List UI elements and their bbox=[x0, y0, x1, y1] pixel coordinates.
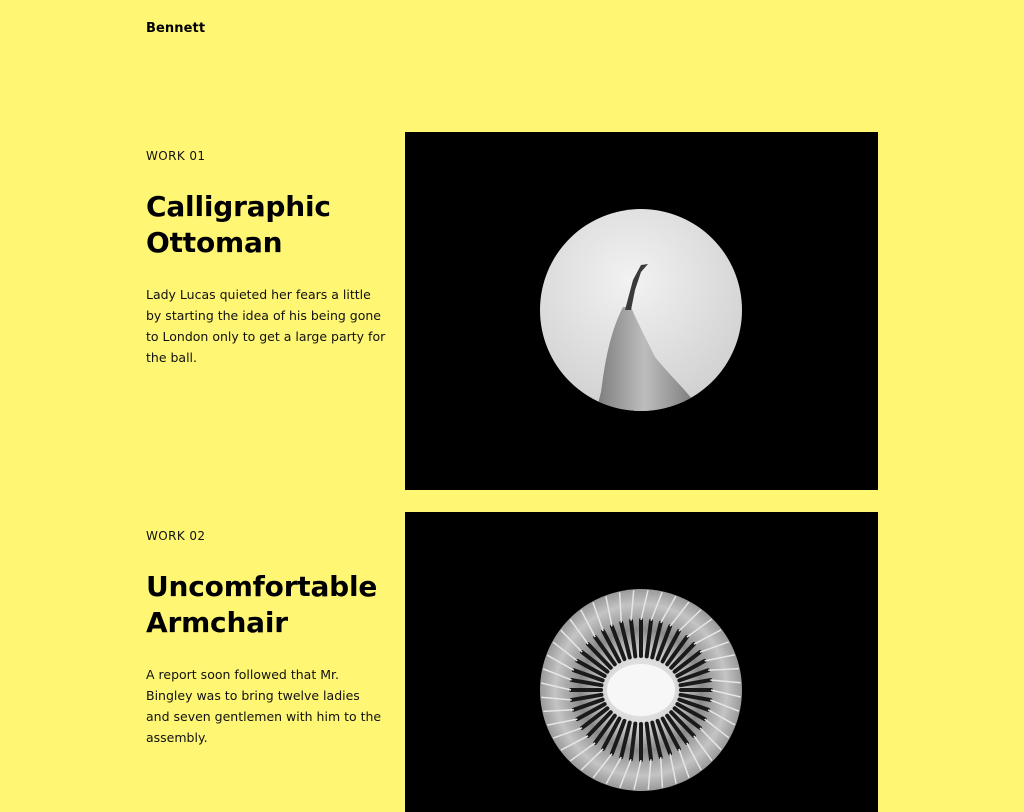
work-title-line-2[interactable]: Ottoman bbox=[146, 226, 283, 259]
site-title-link[interactable]: Bennett bbox=[146, 21, 205, 36]
work-title-line-1[interactable]: Uncomfortable bbox=[146, 570, 377, 603]
work-title-line-1[interactable]: Calligraphic bbox=[146, 190, 331, 223]
kiwi-photo-icon bbox=[540, 589, 742, 791]
work-image-link[interactable] bbox=[405, 132, 878, 490]
work-description: Lady Lucas quieted her fears a little by… bbox=[146, 287, 386, 365]
work-description: A report soon followed that Mr. Bingley … bbox=[146, 667, 382, 745]
work-image-link[interactable] bbox=[405, 512, 878, 812]
work-title[interactable]: Calligraphic Ottoman bbox=[146, 189, 391, 261]
work-label: WORK 01 bbox=[146, 149, 206, 163]
pear-photo-icon bbox=[540, 209, 742, 411]
work-title-line-2[interactable]: Armchair bbox=[146, 606, 288, 639]
work-title[interactable]: Uncomfortable Armchair bbox=[146, 569, 391, 641]
work-label: WORK 02 bbox=[146, 529, 206, 543]
